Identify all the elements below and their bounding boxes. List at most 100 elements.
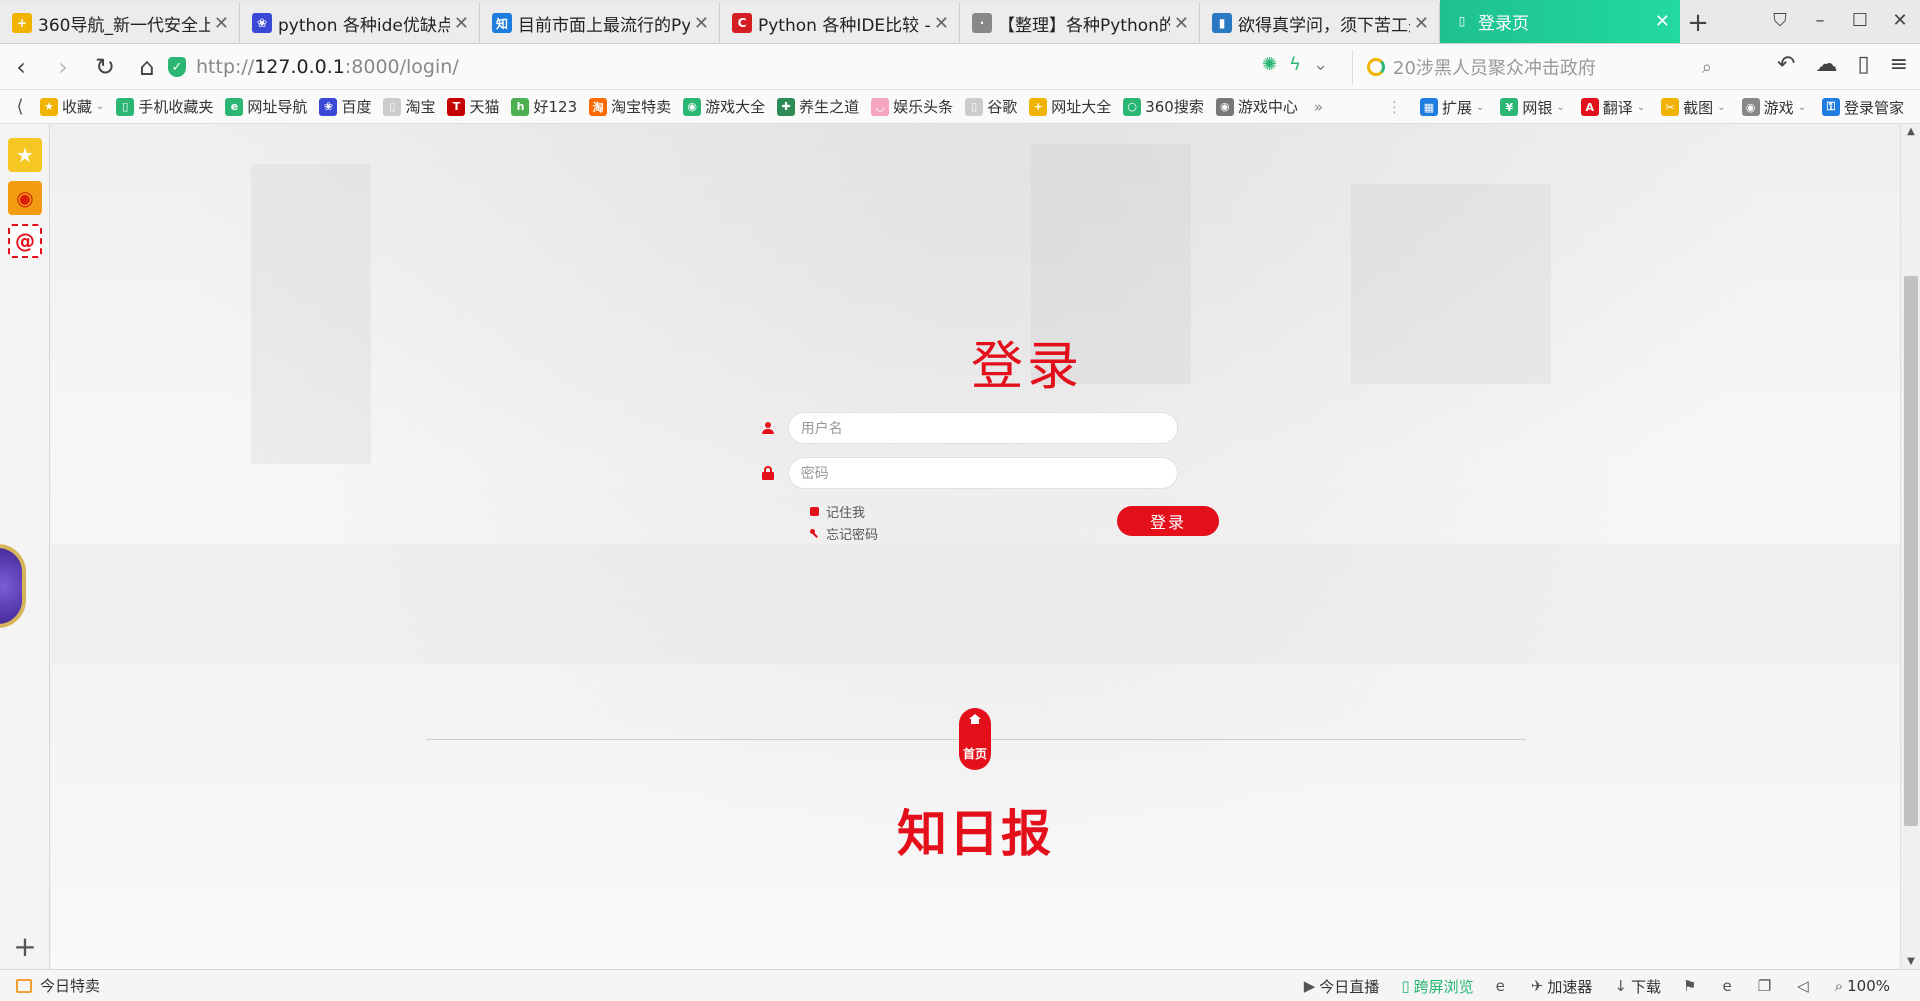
- checkbox-icon: [810, 507, 819, 516]
- tab-title: Python 各种IDE比较 - Sun: [758, 15, 930, 36]
- status-item[interactable]: ✈ 加速器: [1531, 976, 1593, 997]
- status-item[interactable]: e: [1722, 977, 1735, 995]
- bookmark-item[interactable]: ★ 收藏 ⌄: [40, 96, 104, 117]
- bookmark-item[interactable]: ▯ 谷歌: [965, 96, 1017, 117]
- status-item[interactable]: ◁: [1797, 977, 1813, 995]
- forgot-password-link[interactable]: 忘记密码: [810, 524, 878, 543]
- bookmark-item[interactable]: e 网址导航: [225, 96, 307, 117]
- bookmark-item[interactable]: ◡ 娱乐头条: [871, 96, 953, 117]
- status-item[interactable]: ⌕ 100%: [1835, 977, 1890, 995]
- speedup-icon[interactable]: ✺: [1262, 54, 1277, 75]
- extension-item[interactable]: ✂ 截图 ⌄: [1661, 97, 1726, 118]
- search-icon[interactable]: ⌕: [1702, 57, 1712, 78]
- remember-me-checkbox[interactable]: 记住我: [810, 502, 865, 521]
- home-label: 首页: [962, 747, 987, 761]
- status-label: 加速器: [1547, 977, 1593, 996]
- collapse-sidebar-icon[interactable]: ⟨: [0, 96, 40, 117]
- gamepad-icon: ◉: [1215, 97, 1234, 116]
- url-host: 127.0.0.1: [254, 56, 345, 78]
- close-tab-icon[interactable]: ✕: [454, 13, 469, 34]
- bookmark-label: 网址大全: [1051, 98, 1112, 116]
- tab-active[interactable]: ▯ 登录页 ✕: [1440, 0, 1680, 43]
- lock-icon: [758, 463, 778, 483]
- 360-nav-icon: +: [12, 13, 32, 33]
- bookmark-item[interactable]: + 网址大全: [1029, 96, 1111, 117]
- forward-button[interactable]: ›: [42, 44, 84, 90]
- status-item[interactable]: ❐: [1758, 977, 1775, 995]
- leaf-icon: ✚: [777, 97, 796, 116]
- hao123-icon: h: [511, 97, 530, 116]
- floating-assistant-ball[interactable]: [0, 544, 26, 628]
- status-item[interactable]: e: [1496, 977, 1509, 995]
- extension-item[interactable]: ⚿ 登录管家: [1821, 97, 1904, 118]
- bookmark-item[interactable]: ▯ 淘宝: [383, 96, 435, 117]
- weibo-icon[interactable]: ◉: [8, 181, 42, 215]
- back-button[interactable]: ‹: [0, 44, 42, 90]
- bookmark-item[interactable]: ◉ 游戏中心: [1215, 96, 1298, 117]
- scroll-up-arrow[interactable]: ▲: [1901, 126, 1920, 137]
- 360-search-icon: [1367, 58, 1385, 76]
- bookmark-item[interactable]: h 好123: [511, 96, 577, 117]
- add-sidebar-item-button[interactable]: +: [0, 930, 50, 963]
- tab[interactable]: C Python 各种IDE比较 - Sun✕: [720, 3, 960, 43]
- home-button[interactable]: ⌂: [126, 44, 168, 90]
- background-street: [51, 544, 1900, 664]
- scroll-down-arrow[interactable]: ▼: [1901, 956, 1920, 967]
- search-suggestion-text: 20涉黑人员聚众冲击政府: [1393, 58, 1596, 79]
- scrollbar-thumb[interactable]: [1904, 276, 1918, 826]
- login-button[interactable]: 登录: [1117, 506, 1219, 536]
- bookmark-label: 360搜索: [1145, 98, 1204, 116]
- extension-item[interactable]: A 翻译 ⌄: [1580, 97, 1645, 118]
- lightning-icon[interactable]: ϟ: [1289, 54, 1301, 75]
- favorites-star-icon[interactable]: ★: [8, 138, 42, 172]
- bookmark-item[interactable]: ✚ 养生之道: [777, 96, 859, 117]
- url-dropdown-icon[interactable]: ⌄: [1313, 54, 1328, 75]
- bookmark-item[interactable]: T 天猫: [447, 96, 499, 117]
- tab[interactable]: +360导航_新一代安全上网导航✕: [0, 3, 240, 43]
- daily-deals-link[interactable]: 今日特卖: [16, 975, 100, 996]
- reload-button[interactable]: ↻: [84, 44, 126, 90]
- home-link[interactable]: 首页: [959, 708, 991, 770]
- bookmark-item[interactable]: ❀ 百度: [319, 96, 371, 117]
- search-field[interactable]: 20涉黑人员聚众冲击政府 ⌕: [1352, 50, 1722, 84]
- close-tab-icon[interactable]: ✕: [934, 13, 949, 34]
- bookmark-item[interactable]: ○ 360搜索: [1123, 96, 1204, 117]
- status-item[interactable]: ⚑: [1683, 977, 1700, 995]
- phone-icon[interactable]: ▯: [1857, 52, 1869, 77]
- minimize-button[interactable]: –: [1800, 10, 1840, 31]
- close-tab-icon[interactable]: ✕: [1174, 13, 1189, 34]
- status-item[interactable]: ▶ 今日直播: [1304, 976, 1380, 997]
- chevron-down-icon: ⌄: [1717, 101, 1726, 113]
- tab[interactable]: ▮ 欲得真学问，须下苦工夫。✕: [1200, 3, 1440, 43]
- menu-icon[interactable]: ≡: [1890, 52, 1908, 77]
- url-field[interactable]: ✓ http://127.0.0.1:8000/login/: [168, 52, 1258, 82]
- bookmark-label: 谷歌: [987, 98, 1018, 116]
- close-window-button[interactable]: ✕: [1880, 10, 1920, 31]
- new-tab-button[interactable]: +: [1680, 3, 1716, 43]
- cloud-sync-icon[interactable]: ☁: [1815, 52, 1837, 77]
- close-tab-icon[interactable]: ✕: [214, 13, 229, 34]
- extension-item[interactable]: ¥ 网银 ⌄: [1500, 97, 1565, 118]
- extension-item[interactable]: ◉ 游戏 ⌄: [1741, 97, 1806, 118]
- bookmark-item[interactable]: ▯ 手机收藏夹: [116, 96, 213, 117]
- close-tab-icon[interactable]: ✕: [1414, 13, 1429, 34]
- vertical-scrollbar[interactable]: ▲ ▼: [1900, 124, 1920, 969]
- extension-label: 登录管家: [1843, 98, 1904, 117]
- extension-item[interactable]: ▦ 扩展 ⌄: [1419, 97, 1484, 118]
- tab[interactable]: ❀ python 各种ide优缺点_百度✕: [240, 3, 480, 43]
- password-input[interactable]: [787, 457, 1178, 489]
- username-input[interactable]: [787, 412, 1178, 444]
- bookmark-item[interactable]: ◉ 游戏大全: [683, 96, 765, 117]
- maximize-button[interactable]: ☐: [1840, 10, 1880, 31]
- status-item[interactable]: ▯ 跨屏浏览: [1401, 976, 1473, 997]
- bookmark-item[interactable]: 淘淘宝特卖: [589, 96, 671, 117]
- close-tab-icon[interactable]: ✕: [694, 13, 709, 34]
- mail-at-icon[interactable]: @: [8, 224, 42, 258]
- tab[interactable]: 知目前市面上最流行的Python✕: [480, 3, 720, 43]
- skin-shirt-icon[interactable]: ⛉: [1760, 10, 1800, 31]
- close-tab-icon[interactable]: ✕: [1655, 11, 1670, 32]
- status-item[interactable]: ↓ 下载: [1614, 976, 1661, 997]
- more-bookmarks-icon[interactable]: »: [1314, 98, 1323, 116]
- undo-close-icon[interactable]: ↶: [1777, 52, 1795, 77]
- tab[interactable]: · 【整理】各种Python的IDE✕: [960, 3, 1200, 43]
